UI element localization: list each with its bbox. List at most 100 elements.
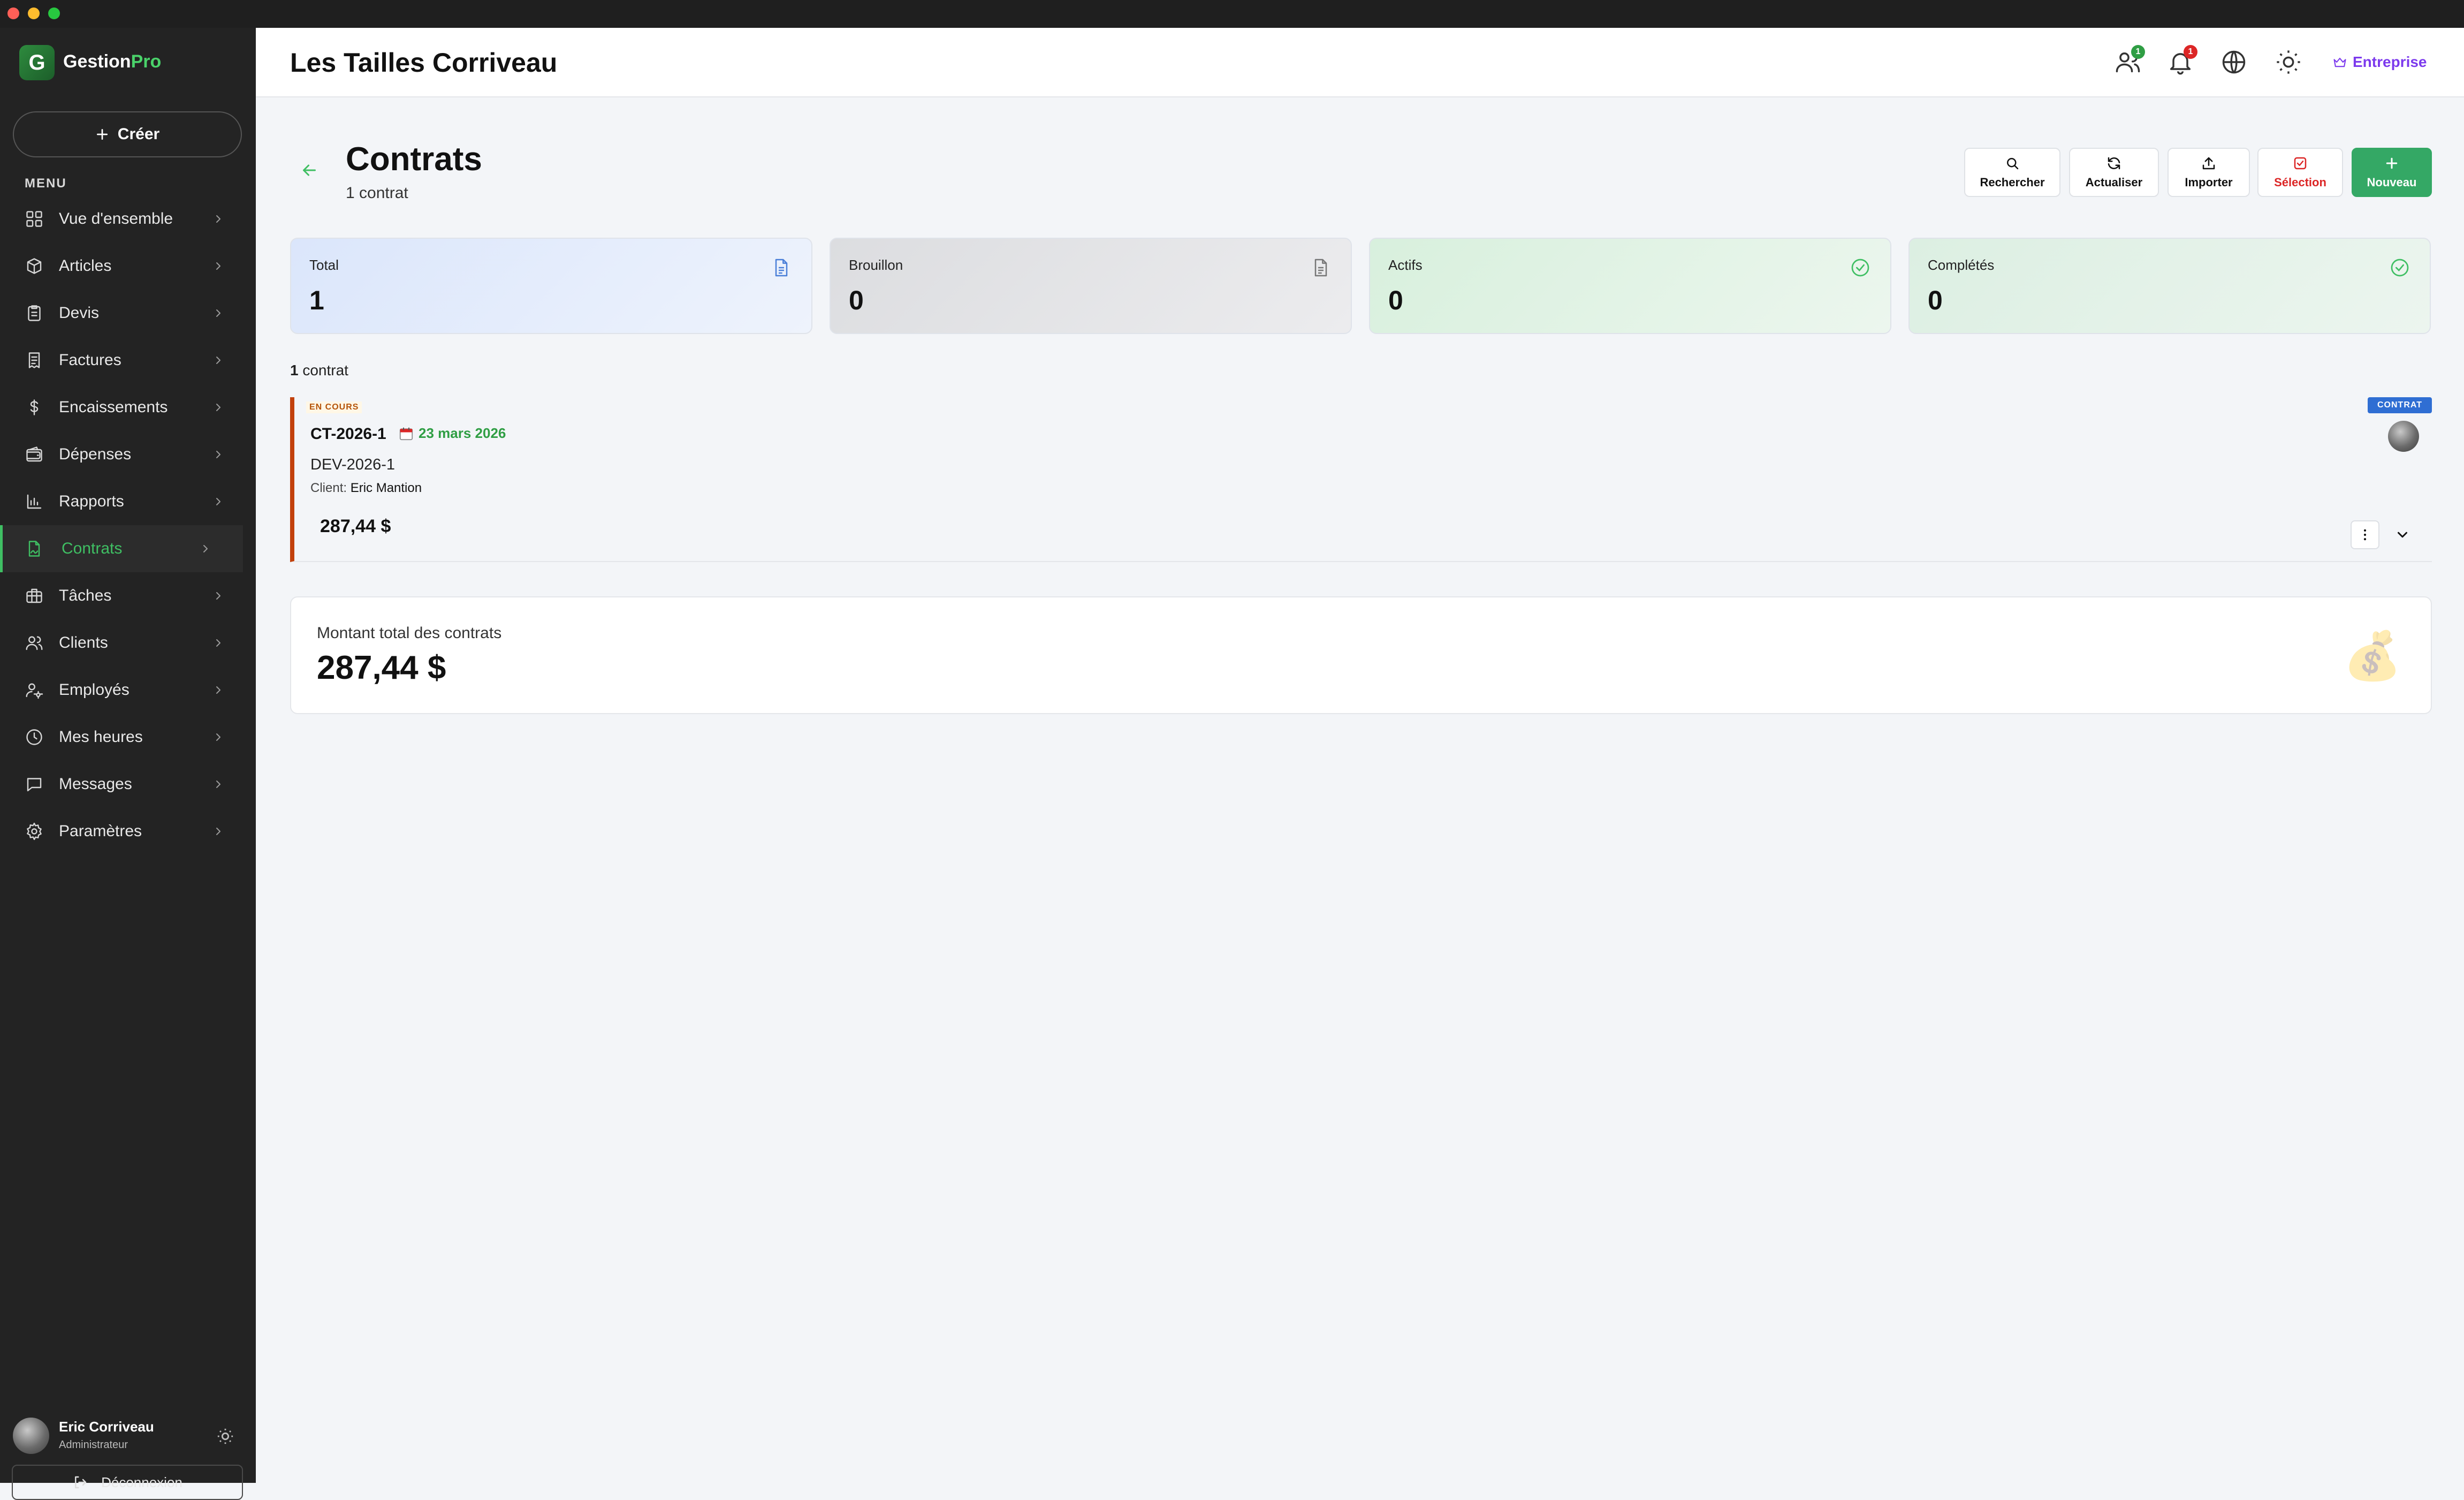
plan-badge[interactable]: Entreprise <box>2332 54 2427 71</box>
result-count: 1 contrat <box>290 362 348 379</box>
app-name: GestionPro <box>63 51 162 72</box>
sidebar-item-clients[interactable]: Clients <box>0 619 256 666</box>
clock-icon <box>26 729 42 745</box>
receipt-icon <box>28 352 40 368</box>
sidebar-item-label: Messages <box>59 775 132 793</box>
contract-date: 23 mars 2026 <box>398 425 506 442</box>
sidebar-item-taches[interactable]: Tâches <box>0 572 256 619</box>
chevron-right-icon <box>216 781 220 788</box>
search-button[interactable]: Rechercher <box>1964 148 2060 197</box>
refresh-button[interactable]: Actualiser <box>2069 148 2159 197</box>
message-icon <box>27 778 42 792</box>
notifications-button[interactable]: 1 <box>2166 45 2197 76</box>
back-arrow-icon[interactable] <box>300 161 319 180</box>
logout-label: Déconnexion <box>101 1474 182 1490</box>
sidebar: G GestionPro Créer MENU Vue d'ensemble Ar… <box>0 28 256 1500</box>
sidebar-item-employes[interactable]: Employés <box>0 666 256 714</box>
new-contract-button[interactable]: Nouveau <box>2352 148 2432 197</box>
minimize-window-button[interactable] <box>28 7 40 19</box>
language-button[interactable] <box>2220 48 2248 76</box>
sun-icon[interactable] <box>216 1427 234 1445</box>
sidebar-item-parametres[interactable]: Paramètres <box>0 808 256 855</box>
import-button[interactable]: Importer <box>2168 148 2250 197</box>
stat-value: 0 <box>1388 285 1403 315</box>
avatar <box>2388 421 2419 452</box>
refresh-icon <box>2108 157 2120 170</box>
contract-number[interactable]: CT-2026-1 <box>310 425 386 443</box>
check-circle-icon <box>2391 259 2409 277</box>
sidebar-item-depenses[interactable]: Dépenses <box>0 431 256 478</box>
more-options-button[interactable] <box>2351 520 2379 549</box>
close-window-button[interactable] <box>7 7 19 19</box>
document-icon <box>775 259 788 277</box>
more-vertical-icon <box>2363 529 2367 541</box>
wallet-icon <box>26 446 42 462</box>
sidebar-item-label: Vue d'ensemble <box>59 210 173 228</box>
grid-icon <box>26 211 42 227</box>
notification-count-badge: 1 <box>2184 45 2197 59</box>
sidebar-item-messages[interactable]: Messages <box>0 761 256 808</box>
theme-toggle-button[interactable] <box>2275 48 2302 76</box>
client-label: Client: <box>310 481 347 495</box>
sidebar-item-label: Clients <box>59 634 108 651</box>
gear-icon <box>27 822 42 840</box>
app-logo: G <box>19 45 55 80</box>
stat-value: 1 <box>309 285 324 315</box>
user-role: Administrateur <box>59 1439 128 1451</box>
globe-icon <box>2222 50 2246 74</box>
selection-button-label: Sélection <box>2274 176 2326 189</box>
sidebar-item-devis[interactable]: Devis <box>0 290 256 337</box>
sidebar-item-label: Mes heures <box>59 728 143 746</box>
sidebar-item-encaissements[interactable]: Encaissements <box>0 384 256 431</box>
plus-icon <box>96 128 108 140</box>
clipboard-icon <box>28 305 41 321</box>
chevron-right-icon <box>216 639 220 647</box>
chevron-down-icon[interactable] <box>2393 527 2412 543</box>
stat-label: Brouillon <box>849 257 903 273</box>
stat-card-total: Total 1 <box>290 238 812 334</box>
contract-row[interactable]: EN COURS CT-2026-1 23 mars 2026 DEV-2026… <box>290 397 2432 562</box>
sidebar-item-label: Factures <box>59 351 121 369</box>
chevron-right-icon <box>216 733 220 741</box>
stat-label: Total <box>309 257 339 273</box>
sidebar-item-articles[interactable]: Articles <box>0 243 256 290</box>
sidebar-item-rapports[interactable]: Rapports <box>0 478 256 525</box>
chevron-right-icon <box>216 357 220 364</box>
contract-type-badge: CONTRAT <box>2368 397 2432 413</box>
import-button-label: Importer <box>2185 176 2233 189</box>
create-label: Créer <box>117 125 160 143</box>
sidebar-item-label: Rapports <box>59 493 124 510</box>
sidebar-item-label: Contrats <box>62 540 123 557</box>
sidebar-item-label: Paramètres <box>59 822 142 840</box>
sidebar-nav: Vue d'ensemble Articles Devis Factures Encai… <box>0 195 256 855</box>
chevron-right-icon <box>216 686 220 694</box>
checkbox-icon <box>2294 157 2307 170</box>
chevron-right-icon <box>216 404 220 411</box>
company-name: Les Tailles Corriveau <box>290 48 558 78</box>
user-profile[interactable]: Eric Corriveau Administrateur <box>13 1414 248 1457</box>
plus-icon <box>2386 157 2398 169</box>
top-bar: Les Tailles Corriveau 1 1 Entreprise <box>256 28 2464 97</box>
box-icon <box>27 258 42 274</box>
selection-button[interactable]: Sélection <box>2257 148 2343 197</box>
sidebar-item-contrats[interactable]: Contrats <box>0 525 243 572</box>
create-button[interactable]: Créer <box>13 111 242 157</box>
sidebar-item-vue-d-ensemble[interactable]: Vue d'ensemble <box>0 195 256 243</box>
sidebar-item-mes-heures[interactable]: Mes heures <box>0 714 256 761</box>
document-icon <box>1314 259 1327 277</box>
sidebar-item-label: Employés <box>59 681 130 699</box>
client-info: Client: Eric Mantion <box>310 481 422 496</box>
maximize-window-button[interactable] <box>48 7 60 19</box>
logout-icon <box>75 1476 87 1489</box>
page-title: Contrats <box>346 141 482 178</box>
sidebar-item-label: Devis <box>59 304 100 322</box>
chevron-right-icon <box>216 828 220 835</box>
stat-value: 0 <box>1928 285 1943 315</box>
chevron-right-icon <box>216 309 220 317</box>
logout-button[interactable]: Déconnexion <box>12 1465 243 1500</box>
sidebar-item-factures[interactable]: Factures <box>0 337 256 384</box>
upload-icon <box>2202 157 2215 170</box>
users-icon <box>26 636 43 650</box>
users-online-button[interactable]: 1 <box>2114 45 2145 76</box>
stat-value: 0 <box>849 285 864 315</box>
